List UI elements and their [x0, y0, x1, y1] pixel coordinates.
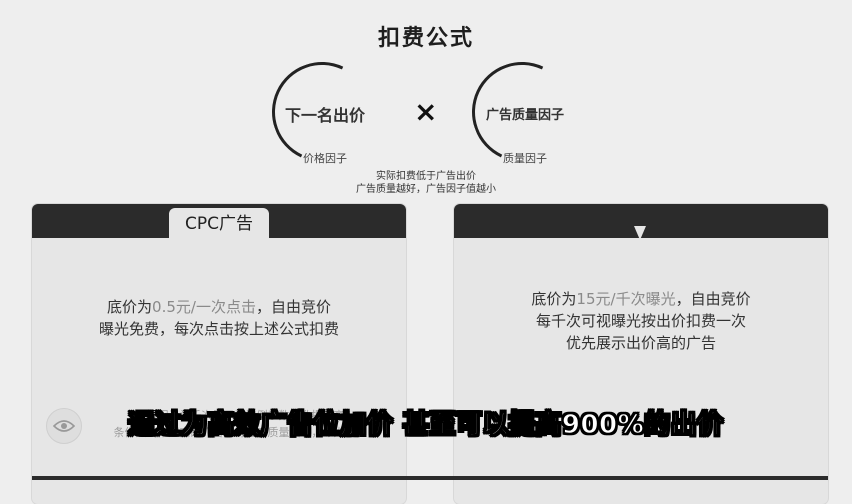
- page-title: 扣费公式: [377, 26, 474, 51]
- cpc-line-2: 曝光免费，每次点击按上述公式扣费: [98, 320, 339, 338]
- cpc-card-header: CPC广告: [32, 204, 406, 238]
- multiply-icon: ×: [414, 95, 438, 128]
- ad-quality-factor-label: 广告质量因子: [485, 108, 564, 123]
- cpm-description: 底价为15元/千次曝光，自由竞价 每千次可视曝光按出价扣费一次 优先展示出价高的…: [454, 288, 828, 354]
- cpc-card: CPC广告 底价为0.5元/一次点击，自由竞价 曝光免费，每次点击按上述公式扣费…: [32, 204, 406, 504]
- price-factor-label: 价格因子: [303, 152, 347, 165]
- cpm-line-3: 优先展示出价高的广告: [565, 334, 716, 352]
- cpc-price-highlight: 0.5元/一次点击: [152, 298, 256, 316]
- next-bid-label: 下一名出价: [284, 106, 365, 125]
- cpm-line-1-suffix: ，自由竞价: [675, 290, 751, 308]
- cpc-tab: CPC广告: [169, 208, 269, 238]
- cpc-line-1: 底价为0.5元/一次点击，自由竞价: [32, 296, 406, 318]
- cpm-price-highlight: 15元/千次曝光: [576, 290, 676, 308]
- formula-note: 实际扣费低于广告出价 广告质量越好，广告因子值越小: [326, 170, 526, 196]
- cpm-line-2: 每千次可视曝光按出价扣费一次: [535, 312, 746, 330]
- cpm-line-1: 底价为15元/千次曝光，自由竞价: [454, 288, 828, 310]
- video-subtitle: 通过为高效广告位加价 甚至可以提高900%的出价: [128, 410, 724, 441]
- cpc-description: 底价为0.5元/一次点击，自由竞价 曝光免费，每次点击按上述公式扣费: [32, 296, 406, 340]
- cpm-card: 底价为15元/千次曝光，自由竞价 每千次可视曝光按出价扣费一次 优先展示出价高的…: [454, 204, 828, 504]
- cpc-line-1-suffix: ，自由竞价: [255, 298, 331, 316]
- cpm-line-1-prefix: 底价为: [531, 290, 577, 308]
- cpm-card-header: [454, 204, 828, 240]
- cpm-header-notch: [634, 226, 646, 240]
- note-line-2: 广告质量越好，广告因子值越小: [356, 184, 496, 195]
- bottom-bar: [32, 476, 828, 480]
- cpc-line-1-prefix: 底价为: [107, 298, 153, 316]
- quality-factor-label: 质量因子: [503, 152, 547, 165]
- note-line-1: 实际扣费低于广告出价: [376, 171, 476, 182]
